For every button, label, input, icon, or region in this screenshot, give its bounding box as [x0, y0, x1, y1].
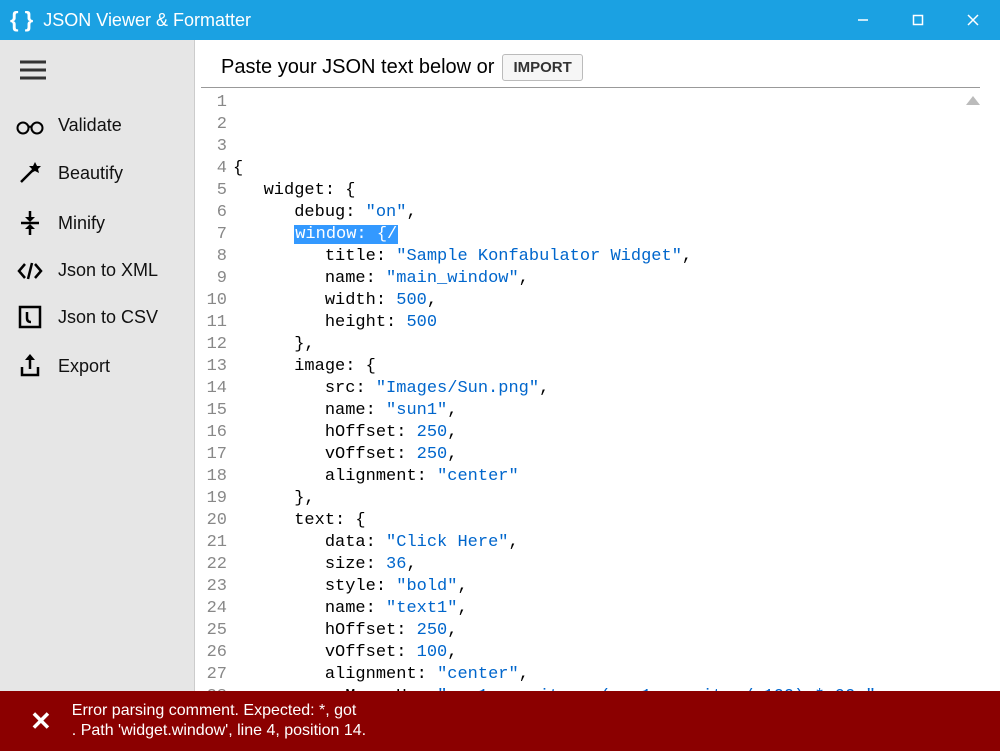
code-line[interactable]: height: 500: [233, 312, 980, 334]
glasses-icon: [16, 117, 44, 135]
code-line[interactable]: hOffset: 250,: [233, 422, 980, 444]
code-editor[interactable]: 1234567891011121314151617181920212223242…: [201, 88, 980, 691]
code-line[interactable]: alignment: "center": [233, 466, 980, 488]
code-area[interactable]: { widget: { debug: "on", window: {/ titl…: [233, 92, 980, 691]
code-line[interactable]: vOffset: 250,: [233, 444, 980, 466]
wand-icon: [16, 160, 44, 186]
close-button[interactable]: [945, 0, 1000, 40]
code-line[interactable]: vOffset: 100,: [233, 642, 980, 664]
error-message: Error parsing comment. Expected: *, got …: [72, 701, 366, 741]
hamburger-icon: [20, 60, 46, 80]
sidebar-item-xml[interactable]: Json to XML: [0, 248, 194, 293]
sidebar-item-csv[interactable]: Json to CSV: [0, 293, 194, 341]
code-line[interactable]: size: 36,: [233, 554, 980, 576]
code-line[interactable]: hOffset: 250,: [233, 620, 980, 642]
sidebar-item-beautify[interactable]: Beautify: [0, 148, 194, 198]
close-icon: [967, 14, 979, 26]
code-line[interactable]: data: "Click Here",: [233, 532, 980, 554]
sidebar-item-label: Minify: [58, 213, 105, 234]
window-controls: [835, 0, 1000, 40]
code-line[interactable]: name: "sun1",: [233, 400, 980, 422]
code-line[interactable]: },: [233, 488, 980, 510]
main-panel: Paste your JSON text below or IMPORT 123…: [195, 40, 1000, 691]
app-title: JSON Viewer & Formatter: [43, 10, 835, 31]
code-line[interactable]: debug: "on",: [233, 202, 980, 224]
line-gutter: 1234567891011121314151617181920212223242…: [201, 92, 233, 691]
code-icon: [16, 261, 44, 281]
export-icon: [16, 353, 44, 379]
sidebar-item-minify[interactable]: Minify: [0, 198, 194, 248]
sidebar-item-export[interactable]: Export: [0, 341, 194, 391]
code-line[interactable]: name: "text1",: [233, 598, 980, 620]
error-line-1: Error parsing comment. Expected: *, got: [72, 701, 366, 721]
sidebar-item-label: Json to XML: [58, 260, 158, 281]
app-body: Validate Beautify Minify Json to XML Jso: [0, 40, 1000, 691]
prompt-text: Paste your JSON text below or: [221, 56, 494, 79]
code-line[interactable]: title: "Sample Konfabulator Widget",: [233, 246, 980, 268]
code-line[interactable]: name: "main_window",: [233, 268, 980, 290]
compress-icon: [16, 210, 44, 236]
sidebar-item-label: Validate: [58, 115, 122, 136]
hamburger-button[interactable]: [0, 52, 194, 103]
code-line[interactable]: text: {: [233, 510, 980, 532]
code-line[interactable]: onMouseUp: "sun1.opacity = (sun1.opacity…: [233, 686, 980, 691]
sidebar: Validate Beautify Minify Json to XML Jso: [0, 40, 195, 691]
code-line[interactable]: },: [233, 334, 980, 356]
import-button[interactable]: IMPORT: [502, 54, 582, 81]
sidebar-item-validate[interactable]: Validate: [0, 103, 194, 148]
sidebar-item-label: Beautify: [58, 163, 123, 184]
code-line[interactable]: src: "Images/Sun.png",: [233, 378, 980, 400]
prompt-row: Paste your JSON text below or IMPORT: [201, 54, 980, 88]
maximize-button[interactable]: [890, 0, 945, 40]
code-line[interactable]: width: 500,: [233, 290, 980, 312]
titlebar: { } JSON Viewer & Formatter: [0, 0, 1000, 40]
minimize-icon: [857, 14, 869, 26]
sidebar-item-label: Export: [58, 356, 110, 377]
app-logo-icon: { }: [10, 7, 33, 33]
maximize-icon: [912, 14, 924, 26]
csv-icon: [16, 305, 44, 329]
scroll-up-icon[interactable]: [966, 96, 980, 105]
minimize-button[interactable]: [835, 0, 890, 40]
code-line[interactable]: {: [233, 158, 980, 180]
sidebar-item-label: Json to CSV: [58, 307, 158, 328]
error-line-2: . Path 'widget.window', line 4, position…: [72, 721, 366, 741]
code-line[interactable]: image: {: [233, 356, 980, 378]
code-line[interactable]: widget: {: [233, 180, 980, 202]
code-line[interactable]: style: "bold",: [233, 576, 980, 598]
error-icon: ✕: [30, 706, 52, 737]
code-line[interactable]: alignment: "center",: [233, 664, 980, 686]
error-bar: ✕ Error parsing comment. Expected: *, go…: [0, 691, 1000, 751]
code-line[interactable]: window: {/: [233, 224, 980, 246]
